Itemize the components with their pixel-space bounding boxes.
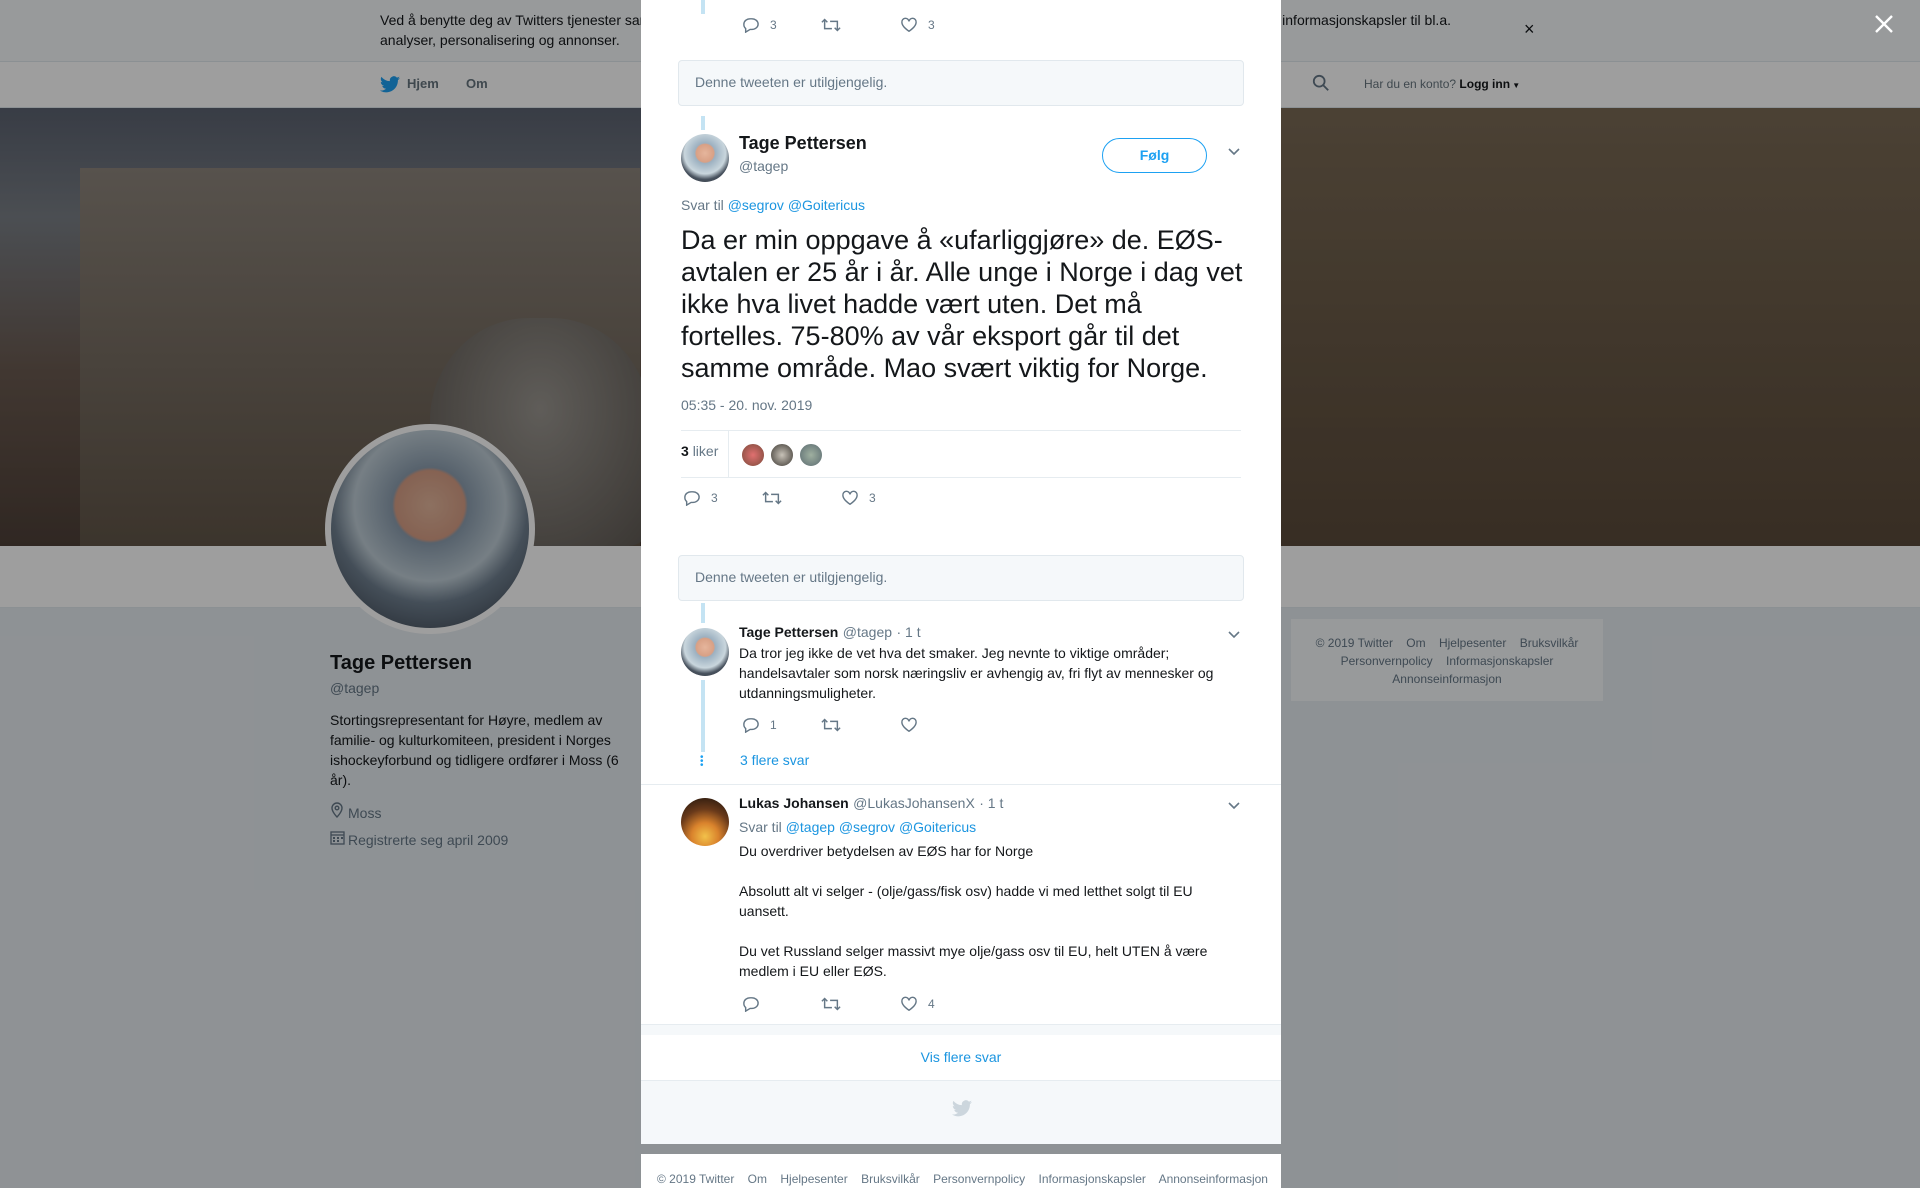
close-icon[interactable]: [1874, 10, 1894, 40]
like-count: 3: [928, 18, 935, 32]
tweet-header: Tage Pettersen @tagep · 1 t: [739, 624, 921, 642]
retweet-icon: [821, 18, 841, 32]
retweet-button[interactable]: [821, 717, 851, 733]
twitter-bird-icon: [952, 1100, 972, 1122]
retweet-button[interactable]: [821, 996, 851, 1012]
like-count: 4: [928, 997, 935, 1011]
unavailable-tweet: Denne tweeten er utilgjengelig.: [678, 60, 1244, 106]
heart-icon: [842, 490, 858, 506]
reply-icon: [684, 491, 700, 507]
tweet-time[interactable]: · 1 t: [897, 624, 921, 640]
reply-button[interactable]: 1: [742, 717, 777, 734]
author-handle[interactable]: @tagep: [739, 158, 788, 174]
author-name[interactable]: Tage Pettersen: [739, 133, 867, 154]
like-button[interactable]: 3: [841, 490, 876, 506]
reply-to-label: Svar til: [681, 197, 724, 213]
reply-icon: [743, 997, 759, 1013]
thread-line: [701, 116, 705, 130]
likes-stat-count: 3: [681, 443, 689, 459]
tweet-header: Lukas Johansen @LukasJohansenX · 1 t: [739, 795, 1003, 813]
retweet-button[interactable]: [821, 17, 851, 33]
thread-line: [701, 680, 705, 752]
chevron-down-icon[interactable]: [1227, 800, 1241, 814]
liker-avatar[interactable]: [799, 443, 823, 467]
retweet-button[interactable]: [762, 490, 792, 506]
mention-link[interactable]: @segrov: [728, 197, 784, 213]
footer-link-ads[interactable]: Annonseinformasjon: [1159, 1172, 1268, 1186]
reply-context: Svar til @segrov @Goitericus: [681, 197, 865, 213]
reply-context: Svar til @tagep @segrov @Goitericus: [739, 819, 976, 835]
reply-icon: [743, 718, 759, 734]
tweet-text: Du overdriver betydelsen av EØS har for …: [739, 841, 1229, 981]
like-button[interactable]: 4: [900, 996, 935, 1012]
divider: [641, 1024, 1281, 1035]
tweet-modal: 3 3 Denne tweeten er utilgjengelig. Tage…: [641, 0, 1281, 1144]
divider: [681, 477, 1241, 478]
thread-line: [701, 0, 705, 14]
footer-copyright: © 2019 Twitter: [657, 1172, 735, 1186]
retweet-icon: [821, 718, 841, 732]
mention-link[interactable]: @Goitericus: [899, 819, 976, 835]
more-replies-link[interactable]: 3 flere svar: [740, 752, 809, 768]
heart-icon: [901, 717, 917, 733]
reply-to-label: Svar til: [739, 819, 782, 835]
mention-link[interactable]: @Goitericus: [788, 197, 865, 213]
like-button[interactable]: 3: [900, 17, 935, 33]
likes-stat-label: liker: [692, 443, 719, 459]
footer-link-about[interactable]: Om: [748, 1172, 767, 1186]
author-handle[interactable]: @tagep: [843, 624, 892, 640]
footer-link-cookies[interactable]: Informasjonskapsler: [1039, 1172, 1146, 1186]
avatar[interactable]: [681, 628, 729, 676]
chevron-down-icon[interactable]: [1227, 146, 1241, 160]
tweet-paragraph: Absolutt alt vi selger - (olje/gass/fisk…: [739, 883, 1193, 919]
avatar[interactable]: [681, 798, 729, 846]
footer-link-privacy[interactable]: Personvernpolicy: [933, 1172, 1025, 1186]
divider: [641, 784, 1281, 785]
retweet-icon: [762, 491, 782, 505]
heart-icon: [901, 17, 917, 33]
reply-icon: [743, 18, 759, 34]
heart-icon: [901, 996, 917, 1012]
tweet-text: Da tror jeg ikke de vet hva det smaker. …: [739, 645, 1214, 701]
mention-link[interactable]: @segrov: [839, 819, 895, 835]
mention-link[interactable]: @tagep: [786, 819, 835, 835]
reply-button[interactable]: 3: [683, 490, 718, 507]
tweet-timestamp[interactable]: 05:35 - 20. nov. 2019: [681, 397, 812, 413]
reply-button[interactable]: 3: [742, 17, 777, 34]
divider: [728, 431, 729, 477]
chevron-down-icon[interactable]: [1227, 629, 1241, 643]
author-name[interactable]: Lukas Johansen: [739, 795, 849, 811]
reply-count: 3: [711, 491, 718, 505]
divider: [681, 430, 1241, 431]
author-name[interactable]: Tage Pettersen: [739, 624, 838, 640]
thread-line: [701, 603, 705, 623]
tweet-time[interactable]: · 1 t: [979, 795, 1003, 811]
footer-link-terms[interactable]: Bruksvilkår: [861, 1172, 920, 1186]
liker-avatar[interactable]: [741, 443, 765, 467]
likes-stat[interactable]: 3 liker: [681, 443, 718, 459]
more-replies-dots-icon: • • •: [700, 752, 704, 771]
show-more-replies-button[interactable]: Vis flere svar: [641, 1035, 1281, 1081]
author-handle[interactable]: @LukasJohansenX: [853, 795, 975, 811]
follow-button[interactable]: Følg: [1102, 138, 1207, 173]
tweet-paragraph: Du overdriver betydelsen av EØS har for …: [739, 843, 1034, 859]
liker-avatar[interactable]: [770, 443, 794, 467]
retweet-icon: [821, 997, 841, 1011]
reply-button[interactable]: [742, 996, 770, 1013]
tweet-text: Da er min oppgave å «ufarliggjøre» de. E…: [681, 225, 1243, 383]
tweet-paragraph: Du vet Russland selger massivt mye olje/…: [739, 943, 1208, 979]
unavailable-tweet: Denne tweeten er utilgjengelig.: [678, 555, 1244, 601]
like-count: 3: [869, 491, 876, 505]
avatar[interactable]: [681, 134, 729, 182]
footer-link-help[interactable]: Hjelpesenter: [780, 1172, 847, 1186]
modal-footer: © 2019 Twitter Om Hjelpesenter Bruksvilk…: [641, 1154, 1281, 1188]
reply-count: 3: [770, 18, 777, 32]
like-button[interactable]: [900, 717, 928, 733]
reply-count: 1: [770, 718, 777, 732]
